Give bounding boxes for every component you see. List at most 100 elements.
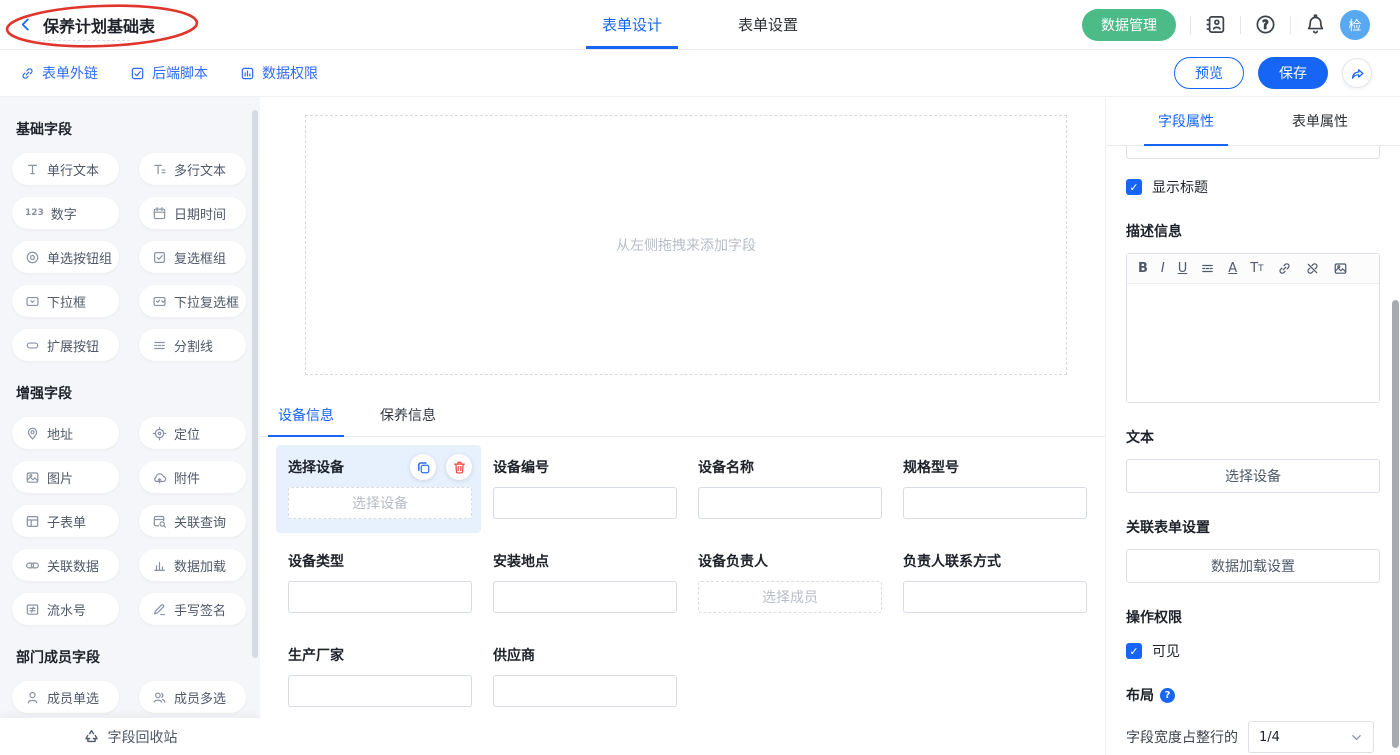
select-device-setting-button[interactable]: 选择设备	[1126, 459, 1380, 493]
field-button-locate[interactable]: 定位	[139, 417, 246, 449]
notification-bell-icon[interactable]	[1305, 14, 1326, 35]
field-label: 选择设备	[288, 457, 344, 477]
canvas-field-device-name[interactable]: 设备名称	[686, 445, 891, 533]
select-member-input[interactable]: 选择成员	[698, 581, 882, 613]
properties-panel: 字段属性 表单属性 显示标题 描述信息 B I U A TT	[1105, 97, 1400, 755]
tab-form-settings[interactable]: 表单设置	[722, 0, 814, 49]
tab-form-properties[interactable]: 表单属性	[1278, 97, 1362, 145]
field-button-number[interactable]: 123数字	[12, 197, 119, 229]
preview-button[interactable]: 预览	[1174, 57, 1244, 89]
form-external-link[interactable]: 表单外链	[20, 63, 98, 83]
sidebar-scrollbar[interactable]	[252, 110, 258, 658]
canvas-field-device-code[interactable]: 设备编号	[481, 445, 686, 533]
owner-contact-input[interactable]	[903, 581, 1087, 613]
field-button-label: 附件	[174, 468, 200, 487]
field-width-select[interactable]: 1/4	[1248, 721, 1374, 753]
show-title-label: 显示标题	[1152, 177, 1208, 197]
field-button-multi-select[interactable]: 下拉复选框	[139, 285, 246, 317]
field-title-input-cut-off[interactable]	[1126, 146, 1380, 159]
avatar[interactable]: 检	[1340, 10, 1370, 40]
tab-device-info[interactable]: 设备信息	[268, 405, 344, 436]
save-button[interactable]: 保存	[1258, 57, 1328, 89]
select-device-input[interactable]: 选择设备	[288, 487, 472, 519]
device-type-input[interactable]	[288, 581, 472, 613]
field-button-linked-data[interactable]: 关联数据	[12, 549, 119, 581]
field-button-datetime[interactable]: 日期时间	[139, 197, 246, 229]
copy-field-button[interactable]	[410, 454, 436, 480]
backend-script-link[interactable]: 后端脚本	[130, 63, 208, 83]
page-scrollbar[interactable]	[1392, 300, 1399, 748]
canvas-field-manufacturer[interactable]: 生产厂家	[276, 633, 481, 721]
field-button-label: 成员多选	[174, 688, 226, 707]
italic-button[interactable]: I	[1161, 261, 1165, 276]
field-button-signature[interactable]: 手写签名	[139, 593, 246, 625]
font-size-button[interactable]: TT	[1250, 261, 1263, 276]
field-button-serial-number[interactable]: 流水号	[12, 593, 119, 625]
canvas-field-device-type[interactable]: 设备类型	[276, 539, 481, 627]
field-recycle-bin[interactable]: 字段回收站	[0, 718, 260, 755]
layout-help-icon[interactable]: ?	[1160, 688, 1175, 703]
canvas-field-spec-model[interactable]: 规格型号	[891, 445, 1096, 533]
field-button-checkbox-group[interactable]: 复选框组	[139, 241, 246, 273]
show-title-checkbox[interactable]	[1126, 179, 1142, 195]
field-button-linked-query[interactable]: 关联查询	[139, 505, 246, 537]
insert-link-button[interactable]	[1277, 261, 1292, 276]
drop-zone[interactable]: 从左侧拖拽来添加字段	[305, 115, 1067, 375]
form-title: 保养计划基础表	[43, 13, 155, 37]
field-button-label: 分割线	[174, 336, 213, 355]
form-designer-app: 保养计划基础表 表单设计 表单设置 数据管理 检 表单外链	[0, 0, 1400, 755]
help-icon[interactable]	[1255, 14, 1276, 35]
top-header: 保养计划基础表 表单设计 表单设置 数据管理 检	[0, 0, 1400, 50]
insert-image-button[interactable]	[1333, 261, 1348, 276]
field-button-multi-line-text[interactable]: 多行文本	[139, 153, 246, 185]
spec-model-input[interactable]	[903, 487, 1087, 519]
bold-button[interactable]: B	[1138, 261, 1148, 276]
canvas-field-install-location[interactable]: 安装地点	[481, 539, 686, 627]
field-button-image[interactable]: 图片	[12, 461, 119, 493]
tab-form-design[interactable]: 表单设计	[586, 0, 678, 49]
field-button-data-load[interactable]: 数据加载	[139, 549, 246, 581]
back-button[interactable]	[18, 17, 33, 32]
field-button-label: 地址	[47, 424, 73, 443]
field-button-extend-button[interactable]: 扩展按钮	[12, 329, 119, 361]
align-icon	[1200, 261, 1215, 276]
visible-checkbox[interactable]	[1126, 643, 1142, 659]
field-button-attachment[interactable]: 附件	[139, 461, 246, 493]
header-tabs: 表单设计 表单设置	[586, 0, 814, 49]
manufacturer-input[interactable]	[288, 675, 472, 707]
field-button-label: 流水号	[47, 600, 86, 619]
tab-field-properties[interactable]: 字段属性	[1144, 97, 1228, 145]
data-manage-button[interactable]: 数据管理	[1082, 9, 1176, 41]
field-button-select[interactable]: 下拉框	[12, 285, 119, 317]
canvas-field-device-owner[interactable]: 设备负责人 选择成员	[686, 539, 891, 627]
data-permission-link[interactable]: 数据权限	[240, 63, 318, 83]
field-button-address[interactable]: 地址	[12, 417, 119, 449]
device-code-input[interactable]	[493, 487, 677, 519]
field-button-divider[interactable]: 分割线	[139, 329, 246, 361]
field-button-member-multi[interactable]: 成员多选	[139, 681, 246, 713]
contacts-book-icon[interactable]	[1205, 14, 1226, 35]
delete-field-button[interactable]	[446, 454, 472, 480]
field-label: 生产厂家	[288, 645, 344, 665]
field-button-radio-group[interactable]: 单选按钮组	[12, 241, 119, 273]
canvas-field-select-device[interactable]: 选择设备 选择设备	[276, 445, 481, 533]
share-button[interactable]	[1342, 58, 1372, 88]
field-button-single-line-text[interactable]: 单行文本	[12, 153, 119, 185]
align-button[interactable]	[1200, 261, 1215, 276]
field-button-member-single[interactable]: 成员单选	[12, 681, 119, 713]
font-color-button[interactable]: A	[1228, 261, 1237, 276]
remove-link-button[interactable]	[1305, 261, 1320, 276]
field-label: 规格型号	[903, 457, 959, 477]
canvas-field-supplier[interactable]: 供应商	[481, 633, 686, 721]
supplier-input[interactable]	[493, 675, 677, 707]
data-load-setting-button[interactable]: 数据加载设置	[1126, 549, 1380, 583]
install-location-input[interactable]	[493, 581, 677, 613]
relation-setting-heading: 关联表单设置	[1126, 517, 1380, 537]
canvas-field-owner-contact[interactable]: 负责人联系方式	[891, 539, 1096, 627]
device-name-input[interactable]	[698, 487, 882, 519]
field-button-subform[interactable]: 子表单	[12, 505, 119, 537]
divider	[1290, 16, 1291, 34]
underline-button[interactable]: U	[1178, 261, 1188, 276]
tab-maintenance-info[interactable]: 保养信息	[370, 405, 446, 436]
description-text-area[interactable]	[1127, 284, 1379, 402]
